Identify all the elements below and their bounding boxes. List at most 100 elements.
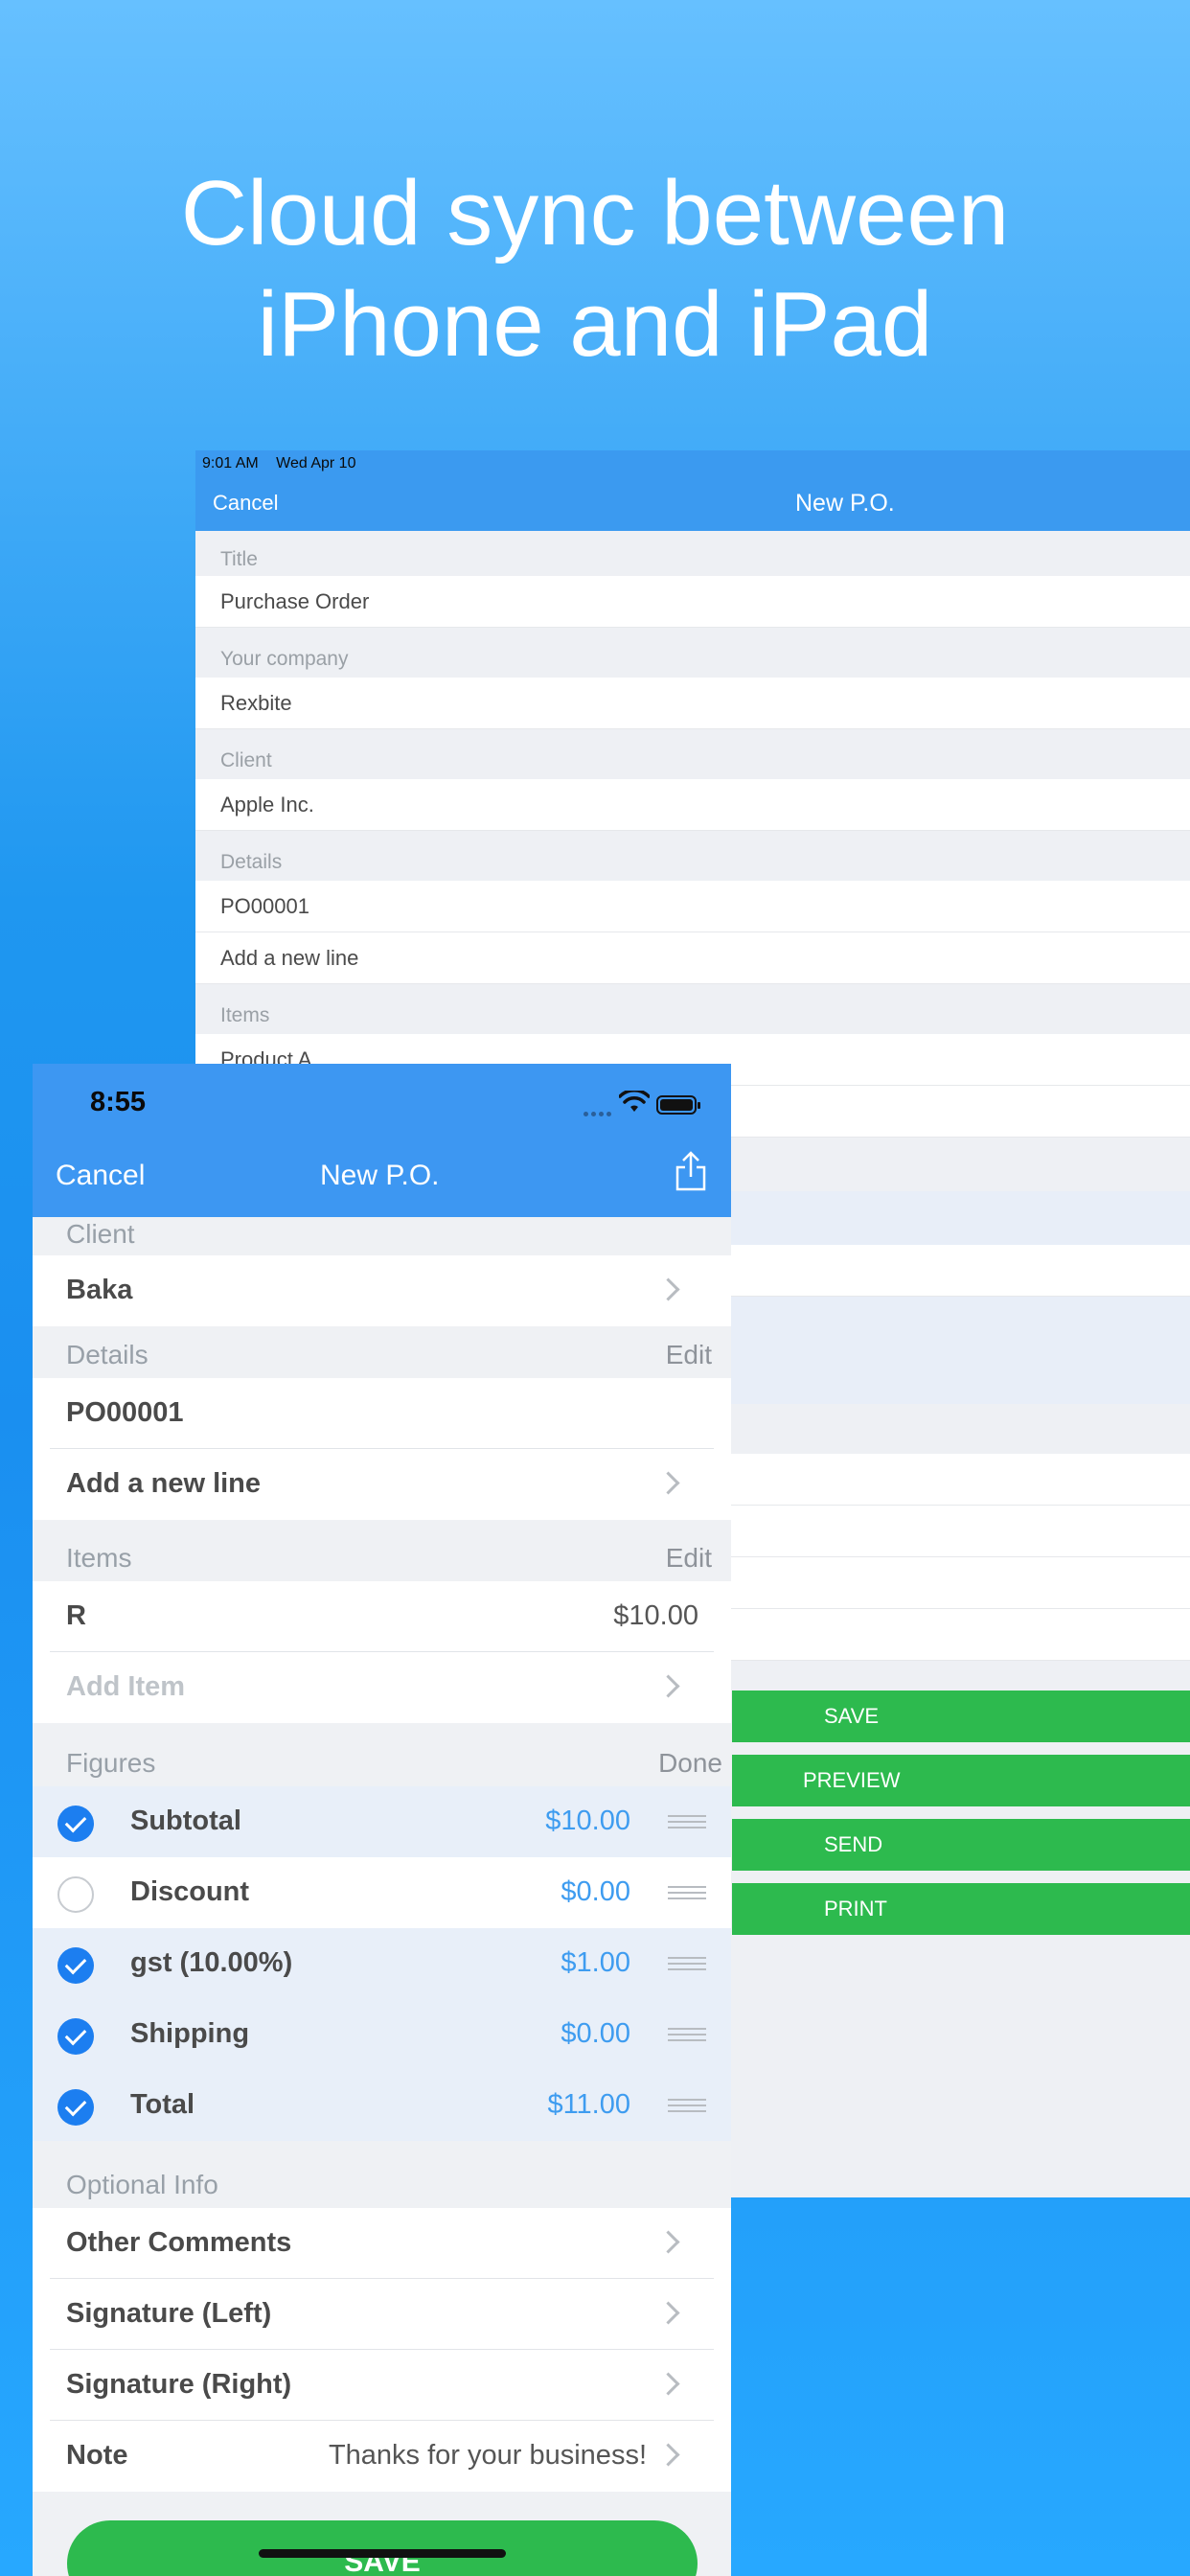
figure-row-total[interactable]: Total $11.00 — [33, 2070, 731, 2141]
other-comments-row[interactable]: Other Comments — [33, 2208, 731, 2279]
item-row[interactable]: R $10.00 — [33, 1581, 731, 1652]
signal-icon — [584, 1104, 616, 1116]
checkmark-circle-icon[interactable] — [57, 2018, 94, 2055]
figure-row-gst[interactable]: gst (10.00%) $1.00 — [33, 1928, 731, 1999]
optional-section-header: Optional Info — [33, 2141, 731, 2208]
client-header-label: Client — [66, 1219, 135, 1249]
figure-label: Total — [130, 2089, 195, 2120]
item-name: R — [66, 1600, 86, 1631]
home-indicator[interactable] — [259, 2549, 506, 2558]
checkmark-circle-icon[interactable] — [57, 1947, 94, 1984]
iphone-status-bar: 8:55 — [33, 1064, 731, 1142]
details-edit-button[interactable]: Edit — [666, 1340, 712, 1370]
signature-left-row[interactable]: Signature (Left) — [33, 2279, 731, 2350]
ipad-items-header: Items — [220, 1004, 270, 1026]
signature-left-label: Signature (Left) — [66, 2298, 272, 2329]
add-new-line-label: Add a new line — [66, 1468, 262, 1499]
share-icon[interactable] — [675, 1150, 707, 1192]
headline: Cloud sync between iPhone and iPad — [0, 158, 1190, 380]
drag-handle-icon[interactable] — [668, 1957, 706, 1974]
drag-handle-icon[interactable] — [668, 1886, 706, 1903]
ipad-status-date: Wed Apr 10 — [276, 455, 356, 472]
figure-amount: $0.00 — [561, 1876, 630, 1907]
cancel-button[interactable]: Cancel — [56, 1160, 145, 1192]
figure-row-shipping[interactable]: Shipping $0.00 — [33, 1999, 731, 2070]
figure-amount: $1.00 — [561, 1947, 630, 1978]
ipad-title-field[interactable]: Purchase Order — [195, 576, 1190, 628]
wifi-icon — [619, 1091, 650, 1112]
ipad-company-field[interactable]: Rexbite — [195, 678, 1190, 729]
figure-label: Shipping — [130, 2018, 250, 2049]
other-comments-label: Other Comments — [66, 2227, 292, 2258]
headline-line-2: iPhone and iPad — [257, 273, 933, 376]
nav-title: New P.O. — [320, 1160, 440, 1191]
client-row[interactable]: Baka — [33, 1255, 731, 1326]
details-po-row[interactable]: PO00001 — [33, 1378, 731, 1449]
drag-handle-icon[interactable] — [668, 1815, 706, 1832]
details-po-value: PO00001 — [66, 1397, 184, 1428]
figure-row-discount[interactable]: Discount $0.00 — [33, 1857, 731, 1928]
ipad-action-buttons: SAVE PREVIEW SEND PRINT — [732, 1690, 1190, 1947]
chevron-right-icon — [656, 1674, 680, 1698]
chevron-right-icon — [656, 2372, 680, 2396]
figure-amount: $11.00 — [547, 2089, 630, 2120]
ipad-cancel-button[interactable]: Cancel — [213, 491, 278, 516]
details-header-label: Details — [66, 1340, 149, 1369]
note-value: Thanks for your business! — [328, 2440, 647, 2471]
ipad-send-button[interactable]: SEND — [732, 1819, 1190, 1871]
iphone-status-time: 8:55 — [90, 1087, 147, 1117]
figures-section-header: Figures Done — [33, 1723, 731, 1786]
chevron-right-icon — [656, 1471, 680, 1495]
details-section-header: Details Edit — [33, 1326, 731, 1378]
signature-right-row[interactable]: Signature (Right) — [33, 2350, 731, 2421]
items-section-header: Items Edit — [33, 1520, 731, 1581]
chevron-right-icon — [656, 2443, 680, 2467]
figure-label: Subtotal — [130, 1806, 241, 1836]
save-button[interactable]: SAVE — [67, 2520, 698, 2576]
ipad-details-header: Details — [220, 851, 283, 873]
checkmark-circle-icon[interactable] — [57, 1806, 94, 1842]
ipad-preview-button[interactable]: PREVIEW — [732, 1755, 1190, 1806]
chevron-right-icon — [656, 1277, 680, 1301]
chevron-right-icon — [656, 2230, 680, 2254]
figure-row-subtotal[interactable]: Subtotal $10.00 — [33, 1786, 731, 1857]
add-item-row[interactable]: Add Item — [33, 1652, 731, 1723]
chevron-right-icon — [656, 2301, 680, 2325]
figure-amount: $10.00 — [545, 1806, 630, 1836]
signature-right-label: Signature (Right) — [66, 2369, 292, 2400]
note-label: Note — [66, 2440, 128, 2471]
ipad-details-add-line[interactable]: Add a new line — [195, 932, 1190, 984]
ipad-client-header: Client — [220, 749, 272, 771]
iphone-nav-bar: Cancel New P.O. — [33, 1142, 731, 1217]
optional-header-label: Optional Info — [66, 2170, 218, 2199]
empty-circle-icon[interactable] — [57, 1876, 94, 1913]
figure-label: Discount — [130, 1876, 250, 1907]
headline-line-1: Cloud sync between — [180, 162, 1010, 264]
figure-label: gst (10.00%) — [130, 1947, 293, 1978]
drag-handle-icon[interactable] — [668, 2028, 706, 2045]
figures-header-label: Figures — [66, 1748, 156, 1778]
add-new-line-row[interactable]: Add a new line — [33, 1449, 731, 1520]
ipad-nav-bar: Cancel New P.O. — [195, 477, 1190, 531]
note-row[interactable]: Note Thanks for your business! — [33, 2421, 731, 2492]
add-item-label: Add Item — [66, 1671, 186, 1702]
client-section-header: Client — [33, 1217, 731, 1255]
ipad-status-time: 9:01 AM — [202, 455, 259, 472]
figures-done-button[interactable]: Done — [658, 1748, 722, 1779]
item-amount: $10.00 — [613, 1600, 698, 1631]
ipad-title-header: Title — [220, 548, 258, 570]
items-header-label: Items — [66, 1543, 132, 1573]
figure-amount: $0.00 — [561, 2018, 630, 2049]
ipad-save-button[interactable]: SAVE — [732, 1690, 1190, 1742]
client-value: Baka — [66, 1275, 133, 1305]
ipad-client-field[interactable]: Apple Inc. — [195, 779, 1190, 831]
iphone-screen: 8:55 Cancel New P.O. Client Baka Details… — [33, 1064, 731, 2576]
battery-icon — [656, 1095, 700, 1115]
drag-handle-icon[interactable] — [668, 2099, 706, 2116]
items-edit-button[interactable]: Edit — [666, 1543, 712, 1574]
ipad-nav-title: New P.O. — [795, 490, 895, 517]
ipad-print-button[interactable]: PRINT — [732, 1883, 1190, 1935]
ipad-company-header: Your company — [220, 648, 349, 670]
checkmark-circle-icon[interactable] — [57, 2089, 94, 2126]
ipad-details-po[interactable]: PO00001 — [195, 881, 1190, 932]
